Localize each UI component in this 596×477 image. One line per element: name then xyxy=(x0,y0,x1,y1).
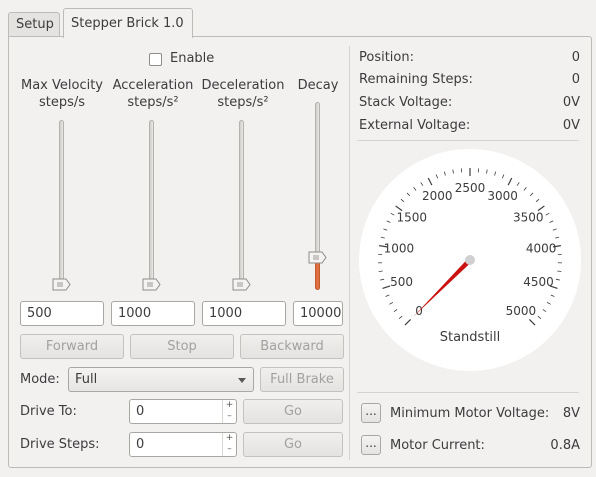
panel-divider xyxy=(349,46,350,460)
gauge-state-label: Standstill xyxy=(440,330,501,345)
slider-groove xyxy=(149,120,154,290)
gauge-tick-label: 4000 xyxy=(526,242,557,256)
status-separator xyxy=(357,140,579,141)
acceleration-label: Acceleration steps/s² xyxy=(112,78,194,110)
drive-to-spinbox[interactable]: 0 + – xyxy=(129,399,237,424)
drive-steps-spinbox[interactable]: 0 + – xyxy=(129,432,237,457)
forward-button[interactable]: Forward xyxy=(20,334,124,359)
gauge-tick-label: 1500 xyxy=(396,211,427,225)
position-value: 0 xyxy=(571,50,580,65)
motor-current-value: 0.8A xyxy=(550,438,580,453)
max-velocity-input[interactable]: 500 xyxy=(20,301,104,326)
slider-handle[interactable] xyxy=(308,251,327,264)
deceleration-label: Deceleration steps/s² xyxy=(201,78,285,110)
enable-label: Enable xyxy=(170,51,215,66)
gauge-tick-label: 2500 xyxy=(455,181,486,195)
drive-steps-go-button[interactable]: Go xyxy=(243,432,343,457)
mode-select[interactable]: Full xyxy=(68,367,254,392)
remaining-steps-value: 0 xyxy=(571,72,580,87)
decay-input[interactable]: 10000 xyxy=(293,301,343,326)
remaining-steps-label: Remaining Steps: xyxy=(359,72,473,87)
drive-to-go-button[interactable]: Go xyxy=(243,399,343,424)
motor-current-button[interactable]: ... xyxy=(361,435,381,455)
gauge-minor-tick xyxy=(378,270,383,272)
gauge-tick-label: 3500 xyxy=(513,211,544,225)
decay-label: Decay xyxy=(297,78,339,93)
gauge-tick-label: 5000 xyxy=(506,304,537,318)
slider-handle[interactable] xyxy=(232,278,251,291)
tab-stepper-brick[interactable]: Stepper Brick 1.0 xyxy=(63,8,193,38)
motor-current-label: Motor Current: xyxy=(390,438,485,453)
acceleration-input[interactable]: 1000 xyxy=(111,301,195,326)
gauge-separator xyxy=(357,392,579,393)
gauge-tick-label: 500 xyxy=(390,275,413,289)
external-voltage-value: 0V xyxy=(562,118,580,133)
backward-button[interactable]: Backward xyxy=(240,334,344,359)
stack-voltage-value: 0V xyxy=(562,95,580,110)
max-velocity-label: Max Velocity steps/s xyxy=(20,78,103,110)
tab-setup[interactable]: Setup xyxy=(8,12,60,37)
drive-to-value: 0 xyxy=(136,404,145,419)
spin-arrows-icon[interactable]: + – xyxy=(222,433,236,456)
mode-selected-value: Full xyxy=(75,372,98,387)
slider-groove xyxy=(239,120,244,290)
mode-label: Mode: xyxy=(20,372,60,387)
spin-arrows-icon[interactable]: + – xyxy=(222,400,236,423)
drive-steps-value: 0 xyxy=(136,437,145,452)
slider-groove xyxy=(59,120,64,290)
min-voltage-value: 8V xyxy=(562,406,580,421)
enable-checkbox[interactable] xyxy=(149,53,162,66)
speed-gauge: 0500100015002000250030003500400045005000… xyxy=(359,149,581,371)
full-brake-button[interactable]: Full Brake xyxy=(260,367,344,392)
stop-button[interactable]: Stop xyxy=(130,334,234,359)
gauge-minor-tick xyxy=(557,270,562,272)
gauge-tick-label: 1000 xyxy=(384,242,415,256)
gauge-tick-label: 2000 xyxy=(422,189,453,203)
drive-steps-label: Drive Steps: xyxy=(20,437,100,452)
position-label: Position: xyxy=(359,50,414,65)
slider-handle[interactable] xyxy=(52,278,71,291)
min-voltage-button[interactable]: ... xyxy=(361,403,381,423)
min-voltage-label: Minimum Motor Voltage: xyxy=(390,406,550,421)
drive-to-label: Drive To: xyxy=(20,404,77,419)
stack-voltage-label: Stack Voltage: xyxy=(359,95,453,110)
gauge-tick-label: 4500 xyxy=(523,275,554,289)
external-voltage-label: External Voltage: xyxy=(359,118,471,133)
gauge-needle-cap xyxy=(465,255,475,265)
chevron-down-icon xyxy=(238,378,246,383)
deceleration-input[interactable]: 1000 xyxy=(202,301,286,326)
gauge-tick-label: 3000 xyxy=(487,189,518,203)
slider-handle[interactable] xyxy=(142,278,161,291)
